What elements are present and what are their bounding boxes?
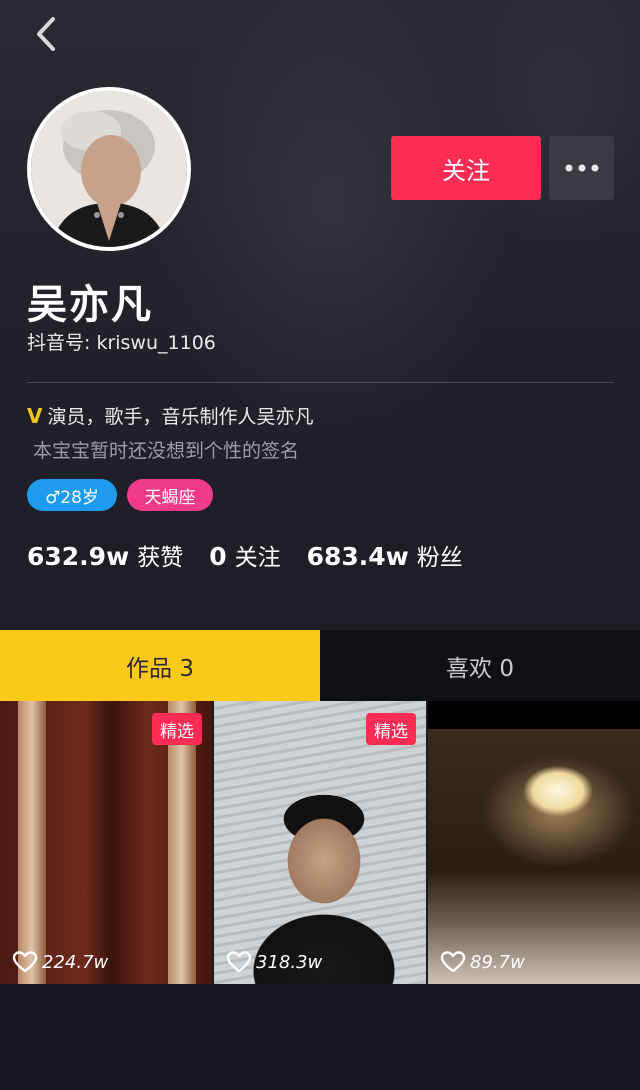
empty-content-area xyxy=(0,984,640,1090)
profile-screen: 关注 吴亦凡 抖音号: kriswu_1106 V 演员，歌手，音乐制作人吴亦凡… xyxy=(0,0,640,1090)
profile-name: 吴亦凡 xyxy=(27,282,153,328)
profile-stats: 632.9w 获赞 0 关注 683.4w 粉丝 xyxy=(27,538,489,572)
likes-count: 632.9w xyxy=(27,542,130,571)
video-likes: 318.3w xyxy=(226,950,322,974)
verified-text: 演员，歌手，音乐制作人吴亦凡 xyxy=(47,406,314,428)
likes-stat[interactable]: 632.9w 获赞 xyxy=(27,538,183,572)
video-likes-count: 224.7w xyxy=(42,951,109,973)
video-likes-count: 318.3w xyxy=(256,951,323,973)
following-label: 关注 xyxy=(234,545,281,571)
following-stat[interactable]: 0 关注 xyxy=(209,538,280,572)
more-horizontal-icon xyxy=(565,164,598,172)
followers-label: 粉丝 xyxy=(416,545,463,571)
avatar-portrait-image xyxy=(31,91,187,247)
profile-tabs: 作品 3 喜欢 0 xyxy=(0,630,640,701)
header-divider xyxy=(27,382,614,383)
video-likes-count: 89.7w xyxy=(470,951,525,973)
follow-button[interactable]: 关注 xyxy=(391,136,541,200)
verified-v-icon: V xyxy=(27,403,43,428)
featured-badge: 精选 xyxy=(152,713,202,745)
chevron-left-icon xyxy=(37,17,55,51)
heart-outline-icon xyxy=(226,951,252,973)
more-options-button[interactable] xyxy=(549,136,614,200)
following-count: 0 xyxy=(209,542,227,571)
video-likes: 89.7w xyxy=(440,950,525,974)
heart-outline-icon xyxy=(440,951,466,973)
avatar[interactable] xyxy=(27,87,191,251)
gender-age-tag: ♂28岁 xyxy=(27,479,117,511)
tab-likes[interactable]: 喜欢 0 xyxy=(320,630,640,701)
douyin-id: 抖音号: kriswu_1106 xyxy=(27,332,216,354)
back-button[interactable] xyxy=(24,12,68,56)
video-thumbnail[interactable]: 精选 224.7w xyxy=(0,701,212,984)
heart-outline-icon xyxy=(12,951,38,973)
video-thumbnail[interactable]: 精选 318.3w xyxy=(214,701,426,984)
tab-works[interactable]: 作品 3 xyxy=(0,630,320,701)
video-grid: 精选 224.7w 精选 318.3w 89.7w xyxy=(0,701,640,984)
verified-description: V 演员，歌手，音乐制作人吴亦凡 xyxy=(27,402,314,429)
likes-label: 获赞 xyxy=(137,545,184,571)
followers-stat[interactable]: 683.4w 粉丝 xyxy=(307,538,463,572)
signature-text: 本宝宝暂时还没想到个性的签名 xyxy=(33,440,300,462)
followers-count: 683.4w xyxy=(306,542,409,571)
video-thumbnail[interactable]: 89.7w xyxy=(428,701,640,984)
featured-badge: 精选 xyxy=(366,713,416,745)
zodiac-tag: 天蝎座 xyxy=(127,479,213,511)
video-likes: 224.7w xyxy=(12,950,108,974)
